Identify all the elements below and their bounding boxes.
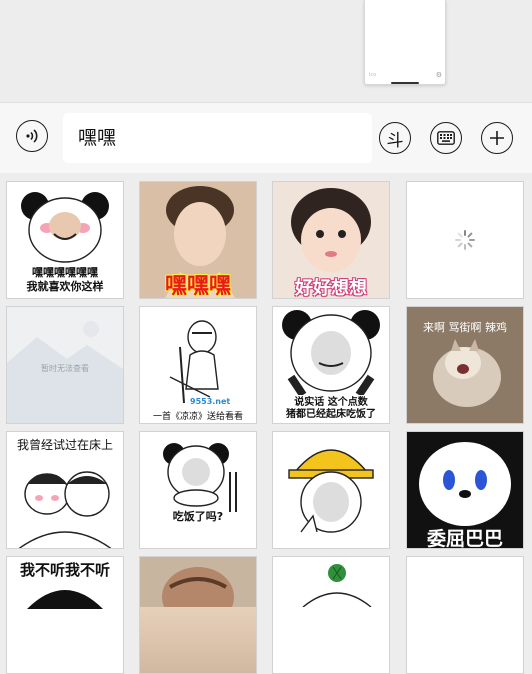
panda-face-icon — [282, 310, 380, 395]
voice-icon — [26, 129, 38, 143]
sticker-caption: 吃饭了吗? — [172, 510, 224, 523]
sticker-item[interactable]: 我不听我不听 — [6, 556, 124, 674]
sticker-caption: 来啊 骂街啊 辣鸡 — [423, 321, 507, 334]
sticker-caption: 嘿嘿嘿嘿嘿嘿 我就喜欢你这样 — [26, 266, 104, 293]
panda-face-icon — [21, 192, 109, 263]
sticker-item[interactable] — [272, 556, 390, 674]
sticker-item-unavailable[interactable]: 暂时无法查看 — [6, 306, 124, 424]
sticker-grid: 嘿嘿嘿嘿嘿嘿 我就喜欢你这样 嘿嘿嘿 好好想想 暂时无法查看 一首《凉凉》送给看… — [0, 173, 532, 674]
sticker-item[interactable]: 我曾经试过在床上 — [6, 431, 124, 549]
helmet-worker-icon — [288, 449, 374, 533]
keyboard-icon — [437, 131, 455, 145]
voice-button[interactable] — [16, 120, 48, 152]
panda-crying-icon — [407, 432, 523, 528]
preview-card-label: ico — [369, 72, 377, 78]
keyboard-button[interactable] — [430, 122, 462, 154]
sticker-item[interactable]: 嘿嘿嘿嘿嘿嘿 我就喜欢你这样 — [6, 181, 124, 299]
sticker-caption: 一首《凉凉》送给看看 — [152, 412, 243, 422]
message-input[interactable]: 嘿嘿 — [63, 113, 372, 163]
sticker-caption: 说实话 这个点数 猪都已经起床吃饭了 — [286, 397, 376, 420]
erhu-player-icon — [140, 307, 256, 407]
plus-icon — [490, 131, 504, 145]
sticker-item[interactable]: 委屈巴巴 — [406, 431, 524, 549]
man-photo-icon — [140, 557, 256, 607]
doutu-button[interactable]: 斗 — [379, 122, 411, 154]
sticker-item[interactable] — [139, 556, 257, 674]
sticker-item[interactable]: 吃饭了吗? — [139, 431, 257, 549]
sticker-caption: 嘿嘿嘿 — [164, 274, 231, 299]
couple-cartoon-icon — [18, 471, 112, 548]
sticker-watermark: 9553.net — [190, 397, 231, 406]
sticker-caption: 我不听我不听 — [19, 561, 110, 579]
watermelon-panda-icon — [302, 564, 372, 607]
panda-eating-icon — [163, 443, 237, 512]
sticker-item[interactable]: 来啊 骂街啊 辣鸡 — [406, 306, 524, 424]
sticker-caption: 好好想想 — [295, 278, 367, 299]
home-indicator — [391, 82, 419, 84]
sticker-item-loading[interactable] — [406, 181, 524, 299]
panda-head-icon — [27, 590, 103, 609]
settings-icon: ⚙ — [435, 71, 442, 79]
loading-spinner-icon — [455, 230, 475, 250]
chat-area: ico ⚙ — [0, 0, 532, 102]
more-button[interactable] — [481, 122, 513, 154]
preview-card[interactable]: ico ⚙ — [364, 0, 446, 85]
sticker-caption: 委屈巴巴 — [426, 528, 503, 549]
sticker-item[interactable] — [406, 556, 524, 674]
sticker-item[interactable]: 说实话 这个点数 猪都已经起床吃饭了 — [272, 306, 390, 424]
sticker-item[interactable]: 一首《凉凉》送给看看 9553.net — [139, 306, 257, 424]
sticker-item[interactable]: 嘿嘿嘿 — [139, 181, 257, 299]
sticker-caption: 我曾经试过在床上 — [16, 438, 113, 452]
sticker-caption: 暂时无法查看 — [41, 364, 89, 373]
sticker-item[interactable] — [272, 431, 390, 549]
input-bar: 嘿嘿 斗 — [0, 103, 532, 173]
sticker-item[interactable]: 好好想想 — [272, 181, 390, 299]
